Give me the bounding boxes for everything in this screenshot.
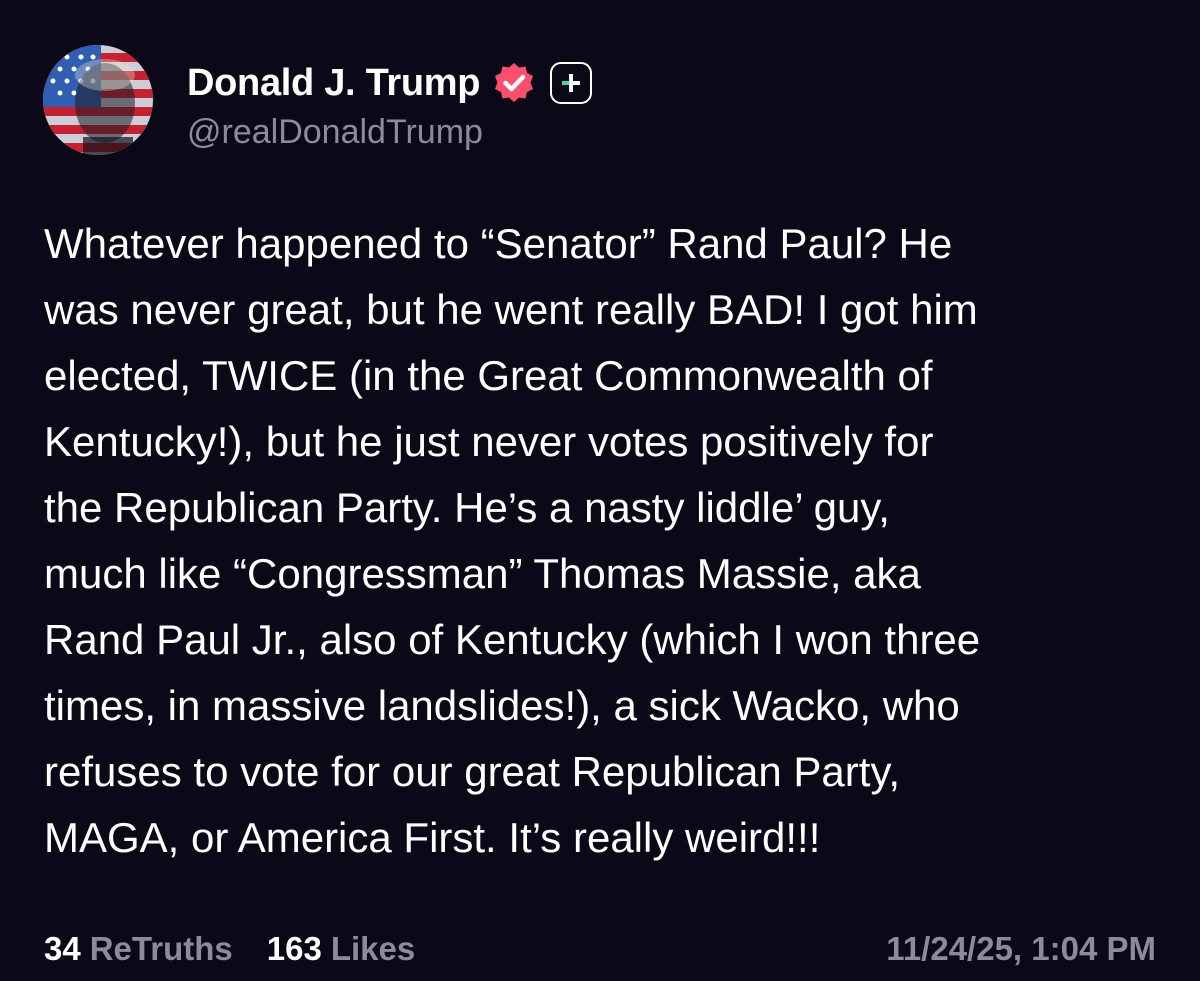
post-body-line: times, in massive landslides!), a sick W… [44, 682, 960, 729]
author-handle[interactable]: @realDonaldTrump [187, 113, 483, 152]
post-timestamp[interactable]: 11/24/25, 1:04 PM [886, 930, 1156, 968]
post-footer: 34 ReTruths 163 Likes 11/24/25, 1:04 PM [44, 924, 1156, 974]
post-body-line: Rand Paul Jr., also of Kentucky (which I… [44, 616, 981, 663]
avatar-image [43, 45, 153, 155]
post-body-line: MAGA, or America First. It’s really weir… [44, 814, 821, 861]
avatar[interactable] [43, 45, 153, 155]
author-display-name[interactable]: Donald J. Trump [187, 62, 481, 105]
post-body-line: Kentucky!), but he just never votes posi… [44, 418, 934, 465]
post-body-line: much like “Congressman” Thomas Massie, a… [44, 550, 921, 597]
likes-stat[interactable]: 163 Likes [267, 930, 415, 968]
post-body-line: the Republican Party. He’s a nasty liddl… [44, 484, 890, 531]
verified-badge-icon [492, 61, 536, 105]
retruths-count: 34 [44, 930, 81, 967]
retruths-label: ReTruths [89, 930, 233, 967]
post-body: Whatever happened to “Senator” Rand Paul… [44, 211, 1164, 871]
likes-label: Likes [330, 930, 416, 967]
post-body-line: Whatever happened to “Senator” Rand Paul… [44, 220, 953, 267]
author-row: Donald J. Trump [187, 58, 593, 108]
plus-badge-icon [550, 62, 593, 104]
retruths-stat[interactable]: 34 ReTruths [44, 930, 233, 968]
truth-post: Donald J. Trump @realDonaldTrump Whateve… [0, 0, 1200, 981]
likes-count: 163 [266, 930, 322, 967]
post-body-line: elected, TWICE (in the Great Commonwealt… [44, 352, 933, 399]
post-body-line: refuses to vote for our great Republican… [44, 748, 900, 795]
post-body-line: was never great, but he went really BAD!… [44, 286, 978, 333]
